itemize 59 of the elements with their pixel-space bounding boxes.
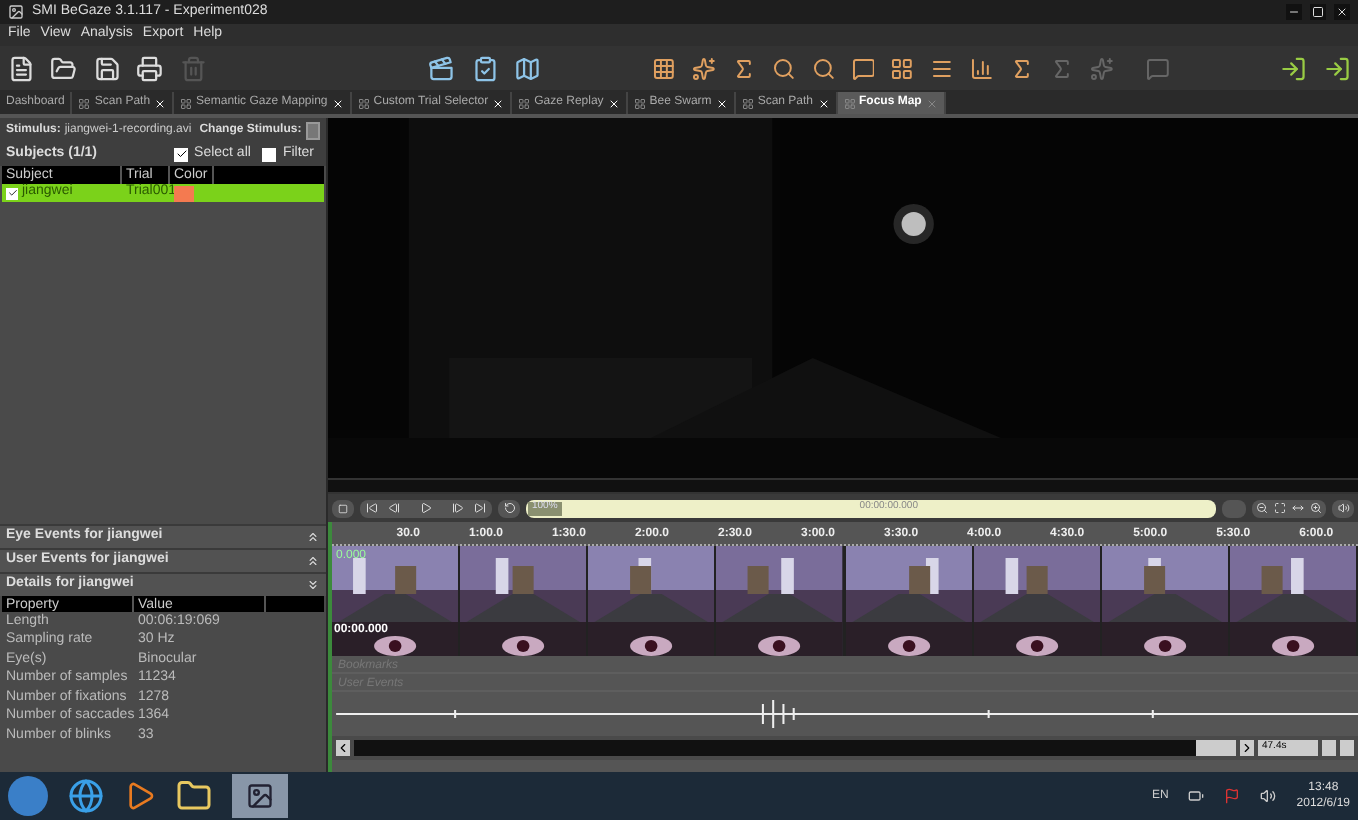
chevrons-up-icon — [306, 554, 320, 568]
maximize-icon — [1312, 6, 1324, 18]
volume-button[interactable] — [1332, 499, 1354, 517]
skip-forward-icon[interactable] — [474, 502, 486, 514]
zoom-out-icon[interactable] — [1256, 502, 1268, 514]
grid-icon[interactable] — [652, 53, 677, 83]
stimulus-button[interactable] — [305, 121, 320, 139]
app-icon — [8, 4, 24, 20]
toggle-button[interactable] — [1222, 499, 1246, 517]
color-swatch[interactable] — [174, 185, 194, 201]
zoom-in-icon[interactable] — [1310, 502, 1322, 514]
search-icon[interactable] — [811, 53, 836, 83]
scroll-bar[interactable] — [328, 478, 1358, 494]
close-button[interactable] — [1334, 4, 1350, 20]
tab-icon — [357, 97, 370, 109]
media-player-icon[interactable] — [124, 780, 156, 812]
volume-icon — [1337, 502, 1349, 514]
tab-icon — [518, 97, 531, 109]
flag-icon[interactable] — [1224, 788, 1241, 804]
chevrons-down-icon — [306, 578, 320, 592]
close-icon — [1336, 6, 1348, 18]
step-forward-icon[interactable] — [452, 502, 464, 514]
tab-icon — [741, 97, 754, 109]
folder-icon[interactable] — [176, 778, 212, 814]
volume-icon[interactable] — [1260, 788, 1277, 804]
battery-icon[interactable] — [1188, 788, 1205, 804]
app-icon — [246, 782, 274, 810]
step-back-icon[interactable] — [388, 502, 400, 514]
maximize-button[interactable] — [1310, 4, 1326, 20]
tab-icon — [78, 97, 91, 109]
minimize-icon — [1288, 6, 1300, 18]
message-icon[interactable] — [851, 53, 875, 83]
taskbar-app[interactable] — [232, 774, 288, 818]
search-icon[interactable] — [771, 53, 796, 83]
clapperboard-icon[interactable] — [428, 51, 456, 85]
printer-icon[interactable] — [136, 51, 164, 85]
checkbox[interactable] — [262, 147, 277, 161]
minimize-button[interactable] — [1286, 4, 1302, 20]
stop-button[interactable] — [332, 499, 354, 517]
checkbox[interactable] — [6, 187, 18, 199]
tab-icon — [843, 97, 855, 109]
play-icon[interactable] — [420, 502, 432, 514]
browser-icon[interactable] — [68, 778, 104, 814]
checkbox[interactable] — [174, 147, 189, 161]
scroll-left-icon[interactable] — [336, 740, 350, 756]
loop-icon — [503, 502, 515, 514]
clipboard-icon[interactable] — [471, 51, 499, 85]
stretch-icon[interactable] — [1292, 502, 1304, 514]
start-button[interactable] — [8, 776, 48, 816]
scroll-right-icon[interactable] — [1240, 740, 1254, 756]
tab-icon — [180, 97, 193, 109]
tab-icon — [633, 97, 646, 109]
chevrons-up-icon — [306, 530, 320, 544]
stop-icon — [338, 503, 348, 513]
skip-back-icon[interactable] — [366, 502, 378, 514]
loop-button[interactable] — [498, 499, 520, 517]
file-icon[interactable] — [8, 51, 35, 85]
grid-icon[interactable] — [890, 53, 915, 83]
bar-chart-icon[interactable] — [970, 53, 995, 83]
